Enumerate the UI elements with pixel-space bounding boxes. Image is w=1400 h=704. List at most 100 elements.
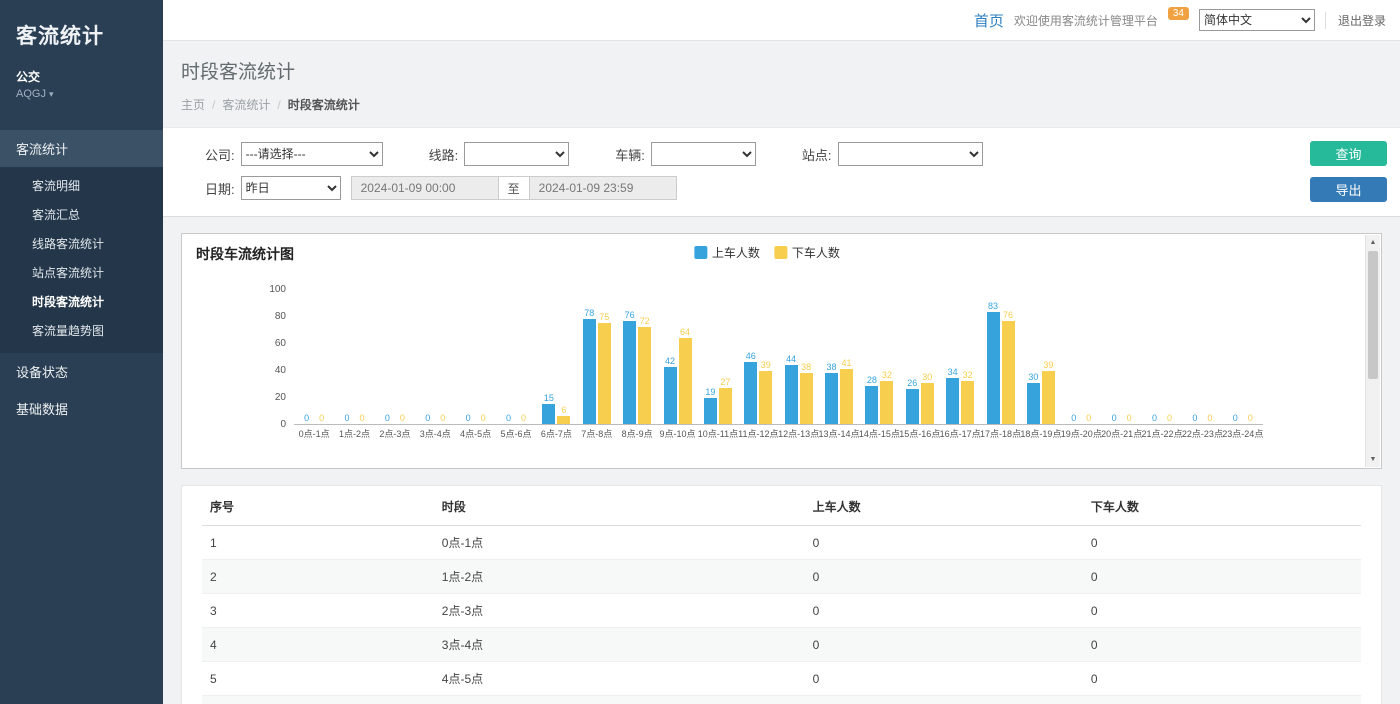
bar[interactable] bbox=[598, 323, 611, 424]
bar-group: 00 bbox=[1102, 413, 1142, 424]
x-axis-label: 10点-11点 bbox=[698, 427, 738, 440]
bar[interactable] bbox=[583, 319, 596, 424]
table-row[interactable]: 43点-4点00 bbox=[202, 628, 1361, 662]
bar-column: 27 bbox=[719, 377, 732, 424]
table-row[interactable]: 65点-6点00 bbox=[202, 696, 1361, 704]
x-axis-label: 0点-1点 bbox=[294, 427, 334, 440]
sidebar-item[interactable]: 站点客流统计 bbox=[0, 258, 163, 287]
legend-item[interactable]: 下车人数 bbox=[774, 244, 840, 261]
bar[interactable] bbox=[840, 369, 853, 424]
table-cell: 0 bbox=[805, 628, 1083, 662]
bar[interactable] bbox=[800, 373, 813, 424]
bar[interactable] bbox=[679, 338, 692, 424]
bar-column: 0 bbox=[1203, 413, 1216, 424]
bar[interactable] bbox=[664, 367, 677, 424]
company-select[interactable]: ---请选择--- bbox=[241, 142, 383, 166]
line-select[interactable] bbox=[464, 142, 569, 166]
bar[interactable] bbox=[623, 321, 636, 424]
bar[interactable] bbox=[785, 365, 798, 424]
bar-group: 7875 bbox=[577, 308, 617, 424]
query-button[interactable]: 查询 bbox=[1310, 141, 1387, 166]
bar[interactable] bbox=[557, 416, 570, 424]
bar-column: 0 bbox=[356, 413, 369, 424]
table-cell: 4点-5点 bbox=[434, 662, 805, 696]
bar-column: 42 bbox=[664, 356, 677, 424]
bar[interactable] bbox=[865, 386, 878, 424]
bar-column: 0 bbox=[381, 413, 394, 424]
chart-scrollbar[interactable]: ▲ ▼ bbox=[1365, 235, 1380, 467]
date-to-input[interactable] bbox=[529, 176, 677, 200]
sidebar-item[interactable]: 时段客流统计 bbox=[0, 287, 163, 316]
date-preset-select[interactable]: 昨日 bbox=[241, 176, 341, 200]
bar-value-label: 0 bbox=[425, 413, 430, 424]
scroll-down-icon[interactable]: ▼ bbox=[1366, 452, 1380, 467]
home-link[interactable]: 首页 bbox=[974, 10, 1004, 31]
sidebar-item[interactable]: 客流汇总 bbox=[0, 200, 163, 229]
table-row[interactable]: 32点-3点00 bbox=[202, 594, 1361, 628]
bar[interactable] bbox=[744, 362, 757, 424]
bar-group: 42 64 bbox=[657, 327, 697, 424]
org-code-dropdown[interactable]: AQGJ▾ bbox=[0, 86, 163, 106]
sidebar-section[interactable]: 设备状态 bbox=[0, 353, 163, 390]
table-cell: 0点-1点 bbox=[434, 526, 805, 560]
date-from-input[interactable] bbox=[351, 176, 499, 200]
bar[interactable] bbox=[880, 381, 893, 424]
bar[interactable] bbox=[704, 398, 717, 424]
breadcrumb-separator: / bbox=[277, 98, 280, 112]
table-row[interactable]: 54点-5点00 bbox=[202, 662, 1361, 696]
bar-group: 46 39 bbox=[738, 351, 778, 424]
bar[interactable] bbox=[719, 388, 732, 424]
bar-column: 30 bbox=[921, 372, 934, 424]
bar[interactable] bbox=[638, 327, 651, 424]
bar-value-label: 39 bbox=[761, 360, 771, 371]
bar[interactable] bbox=[1042, 371, 1055, 424]
bar-value-label: 0 bbox=[360, 413, 365, 424]
breadcrumb-item: 时段客流统计 bbox=[288, 98, 360, 112]
date-range-group: 至 bbox=[351, 176, 677, 200]
bar[interactable] bbox=[759, 371, 772, 424]
bar[interactable] bbox=[987, 312, 1000, 424]
sidebar-section[interactable]: 基础数据 bbox=[0, 390, 163, 427]
bar-column: 0 bbox=[1108, 413, 1121, 424]
bar-value-label: 0 bbox=[1086, 413, 1091, 424]
bar[interactable] bbox=[921, 383, 934, 424]
export-button[interactable]: 导出 bbox=[1310, 177, 1387, 202]
table-cell: 0 bbox=[1083, 560, 1361, 594]
notification-badge[interactable]: 34 bbox=[1168, 7, 1189, 20]
sidebar-item[interactable]: 客流明细 bbox=[0, 171, 163, 200]
bar-column: 0 bbox=[1148, 413, 1161, 424]
language-select[interactable]: 简体中文 bbox=[1199, 9, 1315, 31]
legend-item[interactable]: 上车人数 bbox=[694, 244, 760, 261]
bar[interactable] bbox=[946, 378, 959, 424]
filter-row-1: 公司: ---请选择--- 线路: 车辆: 站点: bbox=[205, 142, 1386, 166]
bar[interactable] bbox=[961, 381, 974, 424]
x-axis-label: 11点-12点 bbox=[738, 427, 778, 440]
station-filter: 站点: bbox=[802, 142, 983, 166]
sidebar-item[interactable]: 线路客流统计 bbox=[0, 229, 163, 258]
bar[interactable] bbox=[1002, 321, 1015, 424]
bar[interactable] bbox=[542, 404, 555, 424]
sidebar-section[interactable]: 客流统计 bbox=[0, 130, 163, 167]
table-cell: 2 bbox=[202, 560, 434, 594]
bar-value-label: 76 bbox=[625, 310, 635, 321]
table-row[interactable]: 21点-2点00 bbox=[202, 560, 1361, 594]
legend-swatch-icon bbox=[774, 246, 787, 259]
x-axis-label: 18点-19点 bbox=[1021, 427, 1061, 440]
breadcrumb-item[interactable]: 客流统计 bbox=[222, 98, 270, 112]
scroll-up-icon[interactable]: ▲ bbox=[1366, 235, 1380, 250]
table-row[interactable]: 10点-1点00 bbox=[202, 526, 1361, 560]
bar[interactable] bbox=[1027, 383, 1040, 424]
bar-value-label: 64 bbox=[680, 327, 690, 338]
bar[interactable] bbox=[906, 389, 919, 424]
bar-column: 38 bbox=[800, 362, 813, 424]
filter-panel: 公司: ---请选择--- 线路: 车辆: 站点: bbox=[163, 127, 1400, 217]
vehicle-select[interactable] bbox=[651, 142, 756, 166]
bar[interactable] bbox=[825, 373, 838, 424]
station-select[interactable] bbox=[838, 142, 983, 166]
breadcrumb-item[interactable]: 主页 bbox=[181, 98, 205, 112]
bar-column: 19 bbox=[704, 387, 717, 424]
logout-link[interactable]: 退出登录 bbox=[1325, 12, 1386, 29]
bar-column: 46 bbox=[744, 351, 757, 424]
scrollbar-thumb[interactable] bbox=[1368, 251, 1378, 379]
sidebar-item[interactable]: 客流量趋势图 bbox=[0, 316, 163, 345]
